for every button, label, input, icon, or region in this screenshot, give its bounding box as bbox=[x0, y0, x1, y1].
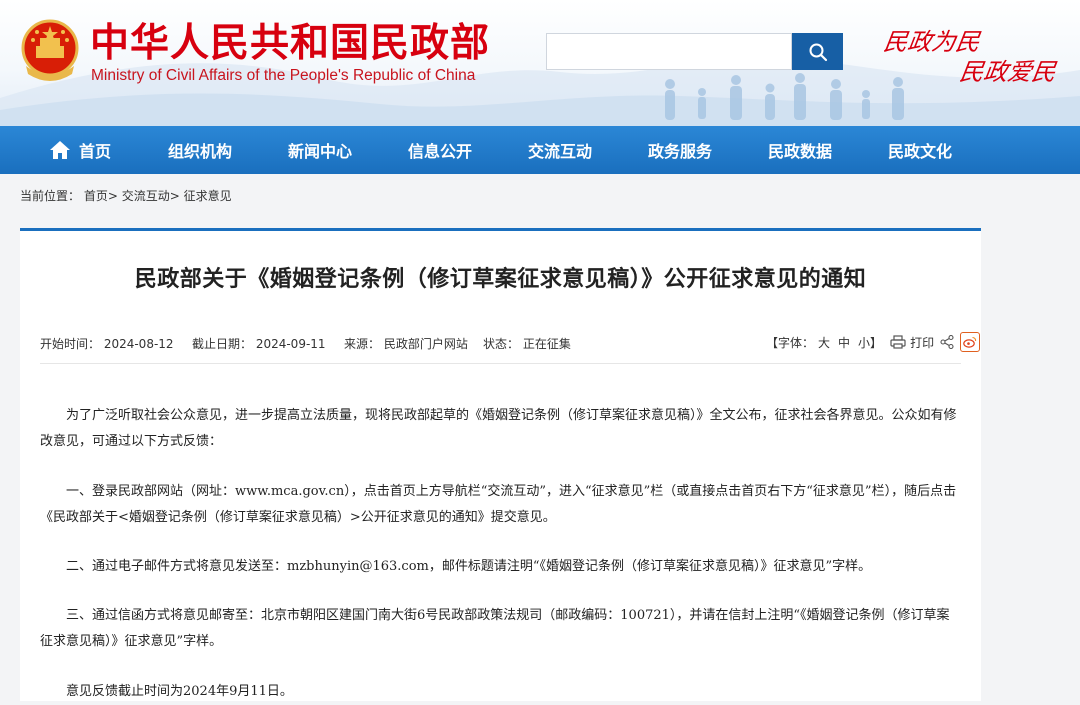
site-header: 中华人民共和国民政部 Ministry of Civil Affairs of … bbox=[0, 0, 1080, 126]
nav-item-data[interactable]: 民政数据 bbox=[740, 126, 860, 174]
meta-source: 来源： 民政部门户网站 bbox=[344, 337, 468, 351]
share-icon[interactable] bbox=[940, 335, 954, 349]
breadcrumb-home-link[interactable]: 首页 bbox=[84, 189, 108, 203]
article-paragraph: 意见反馈截止时间为2024年9月11日。 bbox=[66, 684, 293, 699]
breadcrumb-separator: > bbox=[107, 189, 122, 203]
article-paragraph: 一、登录民政部网站（网址：www.mca.gov.cn），点击首页上方导航栏“交… bbox=[40, 484, 957, 525]
nav-item-info-disclosure[interactable]: 信息公开 bbox=[380, 126, 500, 174]
meta-status: 状态： 正在征集 bbox=[483, 337, 571, 351]
article-tools: 【字体： 大 中 小】 打印 bbox=[766, 331, 981, 353]
print-icon[interactable] bbox=[890, 335, 906, 349]
print-button[interactable]: 打印 bbox=[910, 334, 934, 351]
article-paragraph: 为了广泛听取社会公众意见，进一步提高立法质量，现将民政部起草的《婚姻登记条例（修… bbox=[40, 408, 957, 449]
article-paragraph: 三、通过信函方式将意见邮寄至：北京市朝阳区建国门南大街6号民政部政策法规司（邮政… bbox=[40, 608, 950, 649]
meta-start-time: 开始时间： 2024-08-12 bbox=[40, 337, 174, 351]
nav-item-label: 首页 bbox=[78, 142, 111, 161]
weibo-share-button[interactable] bbox=[960, 332, 981, 352]
breadcrumb-separator: > bbox=[169, 189, 184, 203]
nav-item-label: 政务服务 bbox=[647, 142, 712, 161]
font-size-small-button[interactable]: 小】 bbox=[858, 334, 882, 351]
font-size-medium-button[interactable]: 中 bbox=[838, 334, 850, 351]
main-nav: 首页 组织机构 新闻中心 信息公开 交流互动 政务服务 民政数据 民政文化 bbox=[0, 126, 1080, 174]
breadcrumb: 当前位置： 首页> 交流互动> 征求意见 bbox=[20, 187, 232, 204]
nav-item-culture[interactable]: 民政文化 bbox=[860, 126, 980, 174]
search-button[interactable] bbox=[792, 33, 843, 70]
article-paragraph: 二、通过电子邮件方式将意见发送至：mzbhunyin@163.com，邮件标题请… bbox=[66, 559, 872, 574]
nav-item-label: 民政文化 bbox=[887, 142, 952, 161]
people-silhouettes-illustration bbox=[665, 73, 904, 120]
home-icon bbox=[49, 141, 70, 159]
weibo-icon bbox=[963, 336, 977, 348]
site-title: 中华人民共和国民政部 bbox=[90, 21, 491, 66]
nav-item-label: 新闻中心 bbox=[287, 142, 352, 161]
nav-item-news[interactable]: 新闻中心 bbox=[260, 126, 380, 174]
breadcrumb-current[interactable]: 征求意见 bbox=[184, 189, 232, 203]
article-panel: 民政部关于《婚姻登记条例（修订草案征求意见稿）》公开征求意见的通知 开始时间： … bbox=[20, 228, 981, 701]
nav-item-label: 交流互动 bbox=[527, 142, 592, 161]
article-title: 民政部关于《婚姻登记条例（修订草案征求意见稿）》公开征求意见的通知 bbox=[134, 267, 867, 292]
nav-item-label: 信息公开 bbox=[407, 142, 472, 161]
site-subtitle: Ministry of Civil Affairs of the People'… bbox=[91, 67, 476, 84]
breadcrumb-prefix: 当前位置： bbox=[20, 189, 81, 203]
font-size-label: 【字体： bbox=[766, 335, 815, 350]
nav-item-label: 组织机构 bbox=[167, 142, 232, 161]
breadcrumb-interaction-link[interactable]: 交流互动 bbox=[122, 189, 170, 203]
national-emblem-icon bbox=[21, 19, 79, 81]
slogan-line2: 民政爱民 bbox=[957, 58, 1058, 86]
nav-item-services[interactable]: 政务服务 bbox=[620, 126, 740, 174]
search-input[interactable] bbox=[546, 33, 792, 70]
search-icon bbox=[809, 43, 827, 61]
nav-item-home[interactable]: 首页 bbox=[20, 126, 140, 174]
meta-divider bbox=[40, 363, 961, 364]
nav-item-label: 民政数据 bbox=[767, 142, 832, 161]
nav-item-interaction[interactable]: 交流互动 bbox=[500, 126, 620, 174]
nav-item-organization[interactable]: 组织机构 bbox=[140, 126, 260, 174]
meta-deadline: 截止日期： 2024-09-11 bbox=[192, 337, 326, 351]
font-size-large-button[interactable]: 大 bbox=[818, 334, 830, 351]
